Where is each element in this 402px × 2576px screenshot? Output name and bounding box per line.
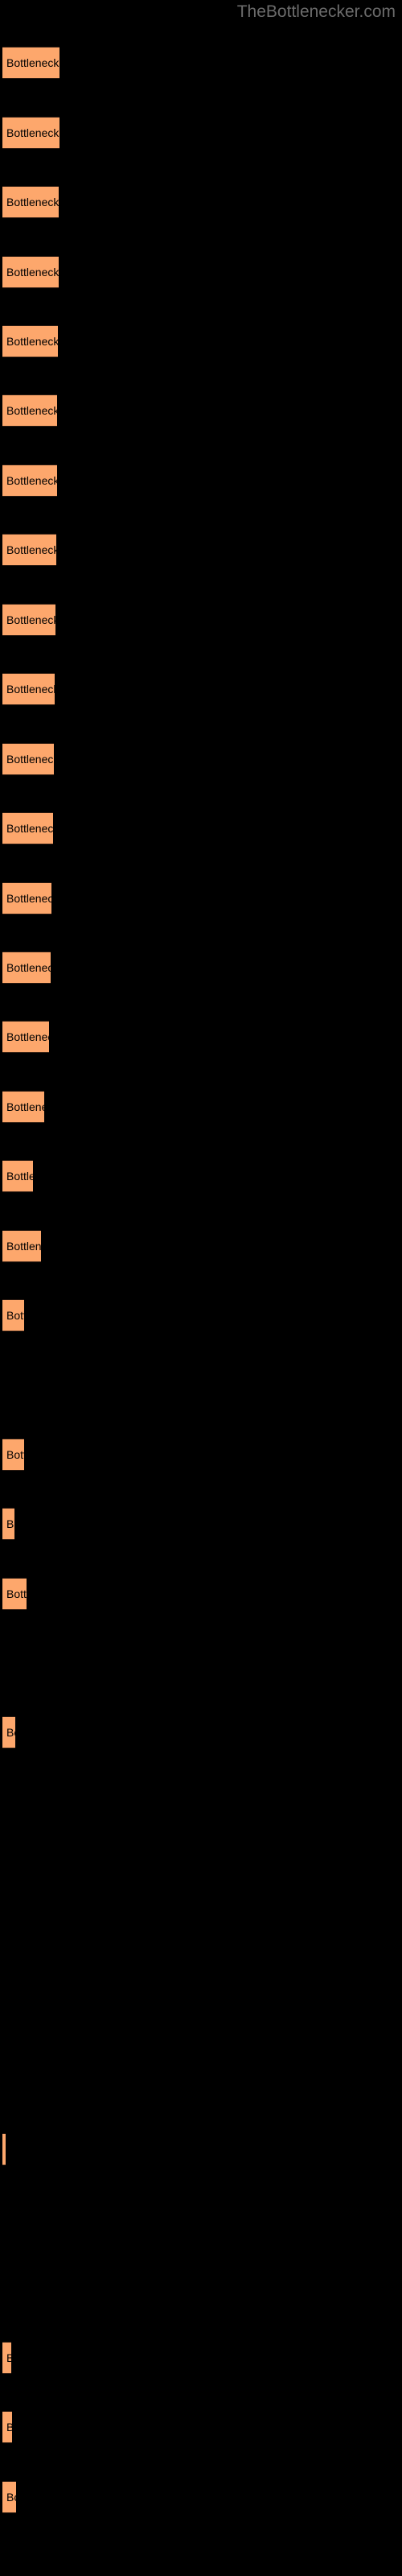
- bar-label: Bottleneck result: [6, 892, 51, 905]
- bar-row: Bottleneck result: [0, 1716, 402, 1748]
- bar-label: Bottleneck result: [6, 1448, 24, 1461]
- bar-segment[interactable]: Bottleneck result: [2, 2411, 12, 2443]
- bar-row: Bottleneck result: [0, 256, 402, 288]
- bar-segment[interactable]: Bottleneck result: [2, 604, 55, 636]
- bar-segment[interactable]: Bottleneck result: [2, 743, 54, 775]
- bar-row: Bottleneck result: [0, 743, 402, 775]
- bar-row: Bottleneck result: [0, 812, 402, 844]
- bar-label: Bottleneck result: [6, 543, 56, 556]
- bar-row: Bottleneck result: [0, 1508, 402, 1540]
- bar-segment[interactable]: Bottleneck result: [2, 1160, 33, 1192]
- bar-label: Bottleneck result: [6, 266, 59, 279]
- bar-row: Bottleneck result: [0, 952, 402, 984]
- bar-label: Bottleneck result: [6, 2351, 11, 2364]
- bar-segment[interactable]: Bottleneck result: [2, 1299, 24, 1331]
- bar-segment[interactable]: Bottleneck result: [2, 2481, 16, 2513]
- bar-label: Bottleneck result: [6, 613, 55, 626]
- bar-row: Bottleneck result: [0, 2342, 402, 2374]
- bar-label: Bottleneck result: [6, 753, 54, 766]
- bar-row: Bottleneck result: [0, 464, 402, 497]
- bar-segment[interactable]: Bottleneck result: [2, 117, 59, 149]
- bar-segment[interactable]: Bottleneck result: [2, 47, 59, 79]
- bar-row: Bottleneck result: [0, 2133, 402, 2165]
- bar-segment[interactable]: Bottleneck result: [2, 1439, 24, 1471]
- bar-label: Bottleneck result: [6, 404, 57, 417]
- bar-segment[interactable]: Bottleneck result: [2, 1578, 27, 1610]
- bar-label: Bottleneck result: [6, 1587, 27, 1600]
- bar-row: Bottleneck result: [0, 882, 402, 914]
- bar-label: Bottleneck result: [6, 474, 57, 487]
- bar-row: Bottleneck result: [0, 394, 402, 427]
- bar-label: Bottleneck result: [6, 1309, 24, 1322]
- bar-row: Bottleneck result: [0, 325, 402, 357]
- bar-label: Bottleneck result: [6, 196, 59, 208]
- bar-row: Bottleneck result: [0, 1091, 402, 1123]
- bar-row: Bottleneck result: [0, 604, 402, 636]
- bar-label: Bottleneck result: [6, 1240, 41, 1253]
- bar-row: Bottleneck result: [0, 1230, 402, 1262]
- bar-label: Bottleneck result: [6, 1726, 15, 1739]
- bar-label: Bottleneck result: [6, 1030, 49, 1043]
- bar-label: Bottleneck result: [6, 1100, 44, 1113]
- bar-segment[interactable]: Bottleneck result: [2, 673, 55, 705]
- bar-row: Bottleneck result: [0, 2481, 402, 2513]
- bottleneck-chart-page: TheBottlenecker.com Bottleneck resultBot…: [0, 0, 402, 2576]
- bar-label: Bottleneck result: [6, 56, 59, 69]
- bar-row: Bottleneck result: [0, 117, 402, 149]
- bar-label: Bottleneck result: [6, 335, 58, 348]
- bar-segment[interactable]: Bottleneck result: [2, 394, 57, 427]
- bar-segment[interactable]: Bottleneck result: [2, 464, 57, 497]
- bar-segment[interactable]: Bottleneck result: [2, 1716, 15, 1748]
- bar-segment[interactable]: Bottleneck result: [2, 325, 58, 357]
- bar-row: Bottleneck result: [0, 1299, 402, 1331]
- bar-segment[interactable]: Bottleneck result: [2, 1230, 41, 1262]
- bar-segment[interactable]: Bottleneck result: [2, 256, 59, 288]
- bar-label: Bottleneck result: [6, 1170, 33, 1183]
- bar-row: Bottleneck result: [0, 1160, 402, 1192]
- bar-label: Bottleneck result: [6, 822, 53, 835]
- bar-row: Bottleneck result: [0, 1439, 402, 1471]
- bar-row: Bottleneck result: [0, 47, 402, 79]
- bar-row: Bottleneck result: [0, 2411, 402, 2443]
- bar-segment[interactable]: Bottleneck result: [2, 1508, 14, 1540]
- bar-segment[interactable]: Bottleneck result: [2, 2133, 6, 2165]
- bar-chart-plot-area: Bottleneck result Bottleneck result Bottle…: [0, 0, 402, 2576]
- bar-label: Bottleneck result: [6, 2491, 16, 2504]
- bar-row: Bottleneck result: [0, 534, 402, 566]
- bar-segment[interactable]: Bottleneck result: [2, 812, 53, 844]
- bar-row: Bottleneck result: [0, 186, 402, 218]
- bar-segment[interactable]: Bottleneck result: [2, 952, 51, 984]
- bar-row: Bottleneck result: [0, 1578, 402, 1610]
- bar-segment[interactable]: Bottleneck result: [2, 1091, 44, 1123]
- bar-segment[interactable]: Bottleneck result: [2, 882, 51, 914]
- bar-label: Bottleneck result: [6, 1517, 14, 1530]
- bar-row: Bottleneck result: [0, 1021, 402, 1053]
- bar-label: Bottleneck result: [6, 961, 51, 974]
- bar-label: Bottleneck result: [6, 2421, 12, 2434]
- bar-segment[interactable]: Bottleneck result: [2, 2342, 11, 2374]
- bar-row: Bottleneck result: [0, 673, 402, 705]
- bar-segment[interactable]: Bottleneck result: [2, 1021, 49, 1053]
- bar-label: Bottleneck result: [6, 126, 59, 139]
- bar-label: Bottleneck result: [6, 683, 55, 696]
- bar-segment[interactable]: Bottleneck result: [2, 186, 59, 218]
- bar-segment[interactable]: Bottleneck result: [2, 534, 56, 566]
